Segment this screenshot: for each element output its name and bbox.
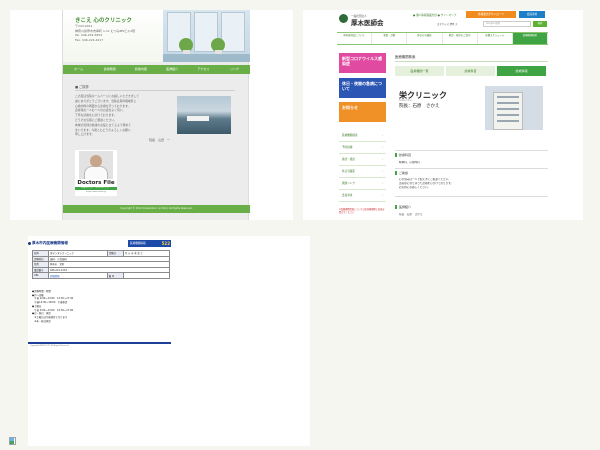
site-header: きこえ 心のクリニック 〒243-0012 神奈川県厚木市幸町 1-11 むつみ… — [63, 10, 250, 62]
search-input[interactable]: Google 検索 — [483, 21, 531, 27]
doctor-photo — [79, 151, 113, 179]
section-greeting: ご挨拶 — [395, 171, 548, 175]
nav-item-schedule[interactable]: 各種スケジュール — [478, 33, 513, 44]
nav-item-about[interactable]: 厚木医師会について — [337, 33, 373, 44]
side-note: ※医療機関情報については各医療機関に直接お問合せください — [339, 208, 385, 214]
association-seal-icon — [339, 14, 348, 23]
side-item[interactable]: 予防接種 › — [339, 142, 386, 154]
side-item[interactable]: 関連リンク › — [339, 178, 386, 190]
side-item[interactable]: 会員専用 › — [339, 190, 386, 202]
chevron-right-icon: › — [381, 182, 383, 185]
harbor-photo — [177, 96, 231, 134]
page-title: 医療機関検索 — [395, 54, 548, 62]
nav-item-links[interactable]: リンク — [219, 65, 250, 74]
night-emergency-banner[interactable]: 休日・夜間の急病について — [339, 78, 386, 98]
chevron-right-icon: › — [381, 158, 383, 161]
nav-item-search[interactable]: 医療機関検索 — [512, 33, 549, 44]
section-departments-body: 精神科、心療内科 — [399, 161, 420, 164]
chevron-right-icon: › — [381, 170, 383, 173]
clinic-logo[interactable]: きこえ 心のクリニック — [75, 16, 132, 24]
chevron-right-icon: › — [381, 194, 383, 197]
chevron-right-icon: › — [381, 134, 383, 137]
nav-item-access[interactable]: アクセス — [188, 65, 219, 74]
forms-download-button[interactable]: 各種書式ダウンロード — [466, 11, 516, 18]
side-menu: 医療機関検索 › 予防接種 › 健診・検診 › 休日当番医 › 関連リンク › 会員専用 › — [339, 130, 386, 202]
header-address: 〒243-0012 神奈川県厚木市幸町 1-11 むつみMSビル2階 Tel. … — [75, 24, 136, 42]
nav-item-hours[interactable]: 診療時間 — [94, 65, 125, 74]
search-tabs: 医療機関一覧 診療科目 診療情報 — [395, 66, 548, 76]
tab-info[interactable]: 診療情報 — [497, 66, 546, 76]
nav-item-checkups[interactable]: 健診・検診のご案内 — [443, 33, 478, 44]
covid-banner[interactable]: 新型コロナウイルス感染症 — [339, 53, 386, 73]
doctors-file-banner[interactable]: Doctors File 全国のドクター 8万人のドクター https://do… — [75, 150, 117, 196]
doctors-file-subtitle: 全国のドクター 8万人のドクター — [75, 187, 117, 190]
broken-image-icon — [9, 437, 17, 445]
info-table: 名称 栄デンタルクリニック 診療日 月 火 水 木 金 土 診療科目 歯科・小児… — [32, 250, 171, 279]
tab-list[interactable]: 医療機関一覧 — [395, 66, 444, 76]
doctors-file-url[interactable]: https://doctorsfile.jp — [75, 191, 117, 193]
tab-departments[interactable]: 診療科目 — [446, 66, 495, 76]
font-size-switch[interactable]: 文字サイズ 標準 大 — [437, 22, 458, 26]
nav-item-holiday[interactable]: 休日の当番医 — [407, 33, 443, 44]
table-row: URL 詳細情報 備 考 — [32, 272, 171, 279]
bullet-icon — [28, 242, 31, 245]
section-greeting-body: 心の悩みは一人で抱えずにご相談ください。 患者様に寄り添った診療を心がけておりま… — [399, 178, 454, 189]
clinic-building-photo — [485, 86, 543, 130]
info-badge-number: 522 — [161, 241, 170, 246]
section-doctor: 医師紹介 — [395, 205, 548, 209]
association-nav: 厚木医師会について 事業・活動 休日の当番医 健診・検診のご案内 各種スケジュー… — [337, 32, 549, 45]
clinic-name-en: Sakae Clinic — [399, 99, 413, 102]
window-plants-photo — [163, 10, 250, 62]
nav-item-activities[interactable]: 事業・活動 — [372, 33, 408, 44]
nav-item-doctor[interactable]: 医師紹介 — [157, 65, 188, 74]
side-item[interactable]: 医療機関検索 › — [339, 130, 386, 142]
section-departments: 診療科目 — [395, 153, 548, 157]
clinic-website-screenshot: きこえ 心のクリニック 〒243-0012 神奈川県厚木市幸町 1-11 むつみ… — [10, 10, 293, 220]
medical-association-screenshot: 一般社団法人 厚木医師会 ATSUGI MEDICAL ASSOCIATION … — [303, 10, 583, 220]
nav-item-home[interactable]: ホーム — [63, 65, 94, 74]
section-doctor-body: 院長 石原 さかえ — [399, 213, 423, 216]
detail-link[interactable]: 詳細情報 — [48, 272, 108, 279]
members-button[interactable]: 会員専用 — [519, 11, 545, 18]
side-item[interactable]: 健診・検診 › — [339, 154, 386, 166]
side-item[interactable]: 休日当番医 › — [339, 166, 386, 178]
chevron-right-icon: › — [381, 146, 383, 149]
notice-banner[interactable]: お知らせ — [339, 102, 386, 122]
top-links[interactable]: ● 個人情報保護方針 ● サイトマップ — [413, 13, 456, 17]
search-button[interactable]: 検索 — [533, 21, 547, 27]
main-nav: ホーム 診療時間 診療内容 医師紹介 アクセス リンク — [63, 65, 250, 74]
greeting-heading: ■ ご挨拶 — [75, 84, 235, 91]
clinic-site: きこえ 心のクリニック 〒243-0012 神奈川県厚木市幸町 1-11 むつみ… — [62, 10, 250, 220]
hospital-info-screenshot: 厚木市内医療機関情報 医療機関情報 522 名称 栄デンタルクリニック 診療日 … — [28, 236, 310, 446]
greeting-text: この度は当院ホームページにお越しいただきまして 誠にありがとうございます。当院は… — [75, 94, 140, 137]
clinic-hours: ●診療時間・時間 ●月～金曜 午前 9:00～13:00 14:30～17:30… — [32, 290, 74, 323]
footer-text: Copyright ATSUGI CITY. All Rights Reserv… — [30, 345, 70, 347]
footer-bar — [28, 342, 171, 344]
doctors-file-title: Doctors File — [77, 180, 115, 186]
director-signature: 院長 山田 一 — [149, 138, 171, 142]
info-badge: 医療機関情報 522 — [128, 240, 171, 247]
info-title: 厚木市内医療機関情報 — [32, 241, 68, 245]
clinic-director: 院長：石原 さかえ — [399, 104, 440, 109]
site-footer: Copyright © 2012 Kikoekokoro no Clinic A… — [63, 205, 250, 213]
nav-item-services[interactable]: 診療内容 — [125, 65, 156, 74]
